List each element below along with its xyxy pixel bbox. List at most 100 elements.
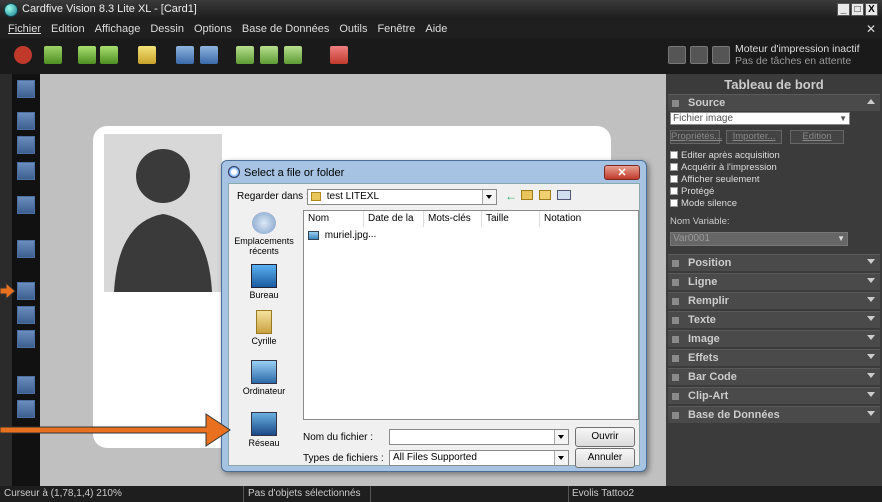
dialog-close-button[interactable]: ✕ [604, 165, 640, 180]
filetype-select[interactable]: All Files Supported [389, 450, 569, 466]
checkbox-display-only[interactable]: Afficher seulement [670, 174, 760, 185]
section-image[interactable]: Image [668, 330, 880, 347]
stop-icon[interactable] [712, 46, 730, 64]
cursor-position: Curseur à (1,78,1,4) 210% [4, 488, 122, 499]
dialog-title: Select a file or folder [244, 167, 345, 179]
filename-input[interactable] [389, 429, 569, 445]
line-tool-icon[interactable] [17, 112, 35, 130]
up-folder-icon[interactable] [521, 190, 533, 200]
column-size[interactable]: Taille [482, 211, 540, 227]
ellipse-tool-icon[interactable] [17, 162, 35, 180]
menu-edition[interactable]: Edition [46, 23, 90, 35]
place-desktop[interactable]: Bureau [232, 264, 296, 300]
user-folder-icon [256, 310, 272, 334]
layer-tool-icon[interactable] [17, 376, 35, 394]
export-icon[interactable] [176, 46, 194, 64]
minimize-button[interactable]: _ [837, 3, 850, 16]
section-clip-art[interactable]: Clip-Art [668, 387, 880, 404]
close-button[interactable]: X [865, 3, 878, 16]
image-file-icon [308, 230, 319, 240]
import-button[interactable]: Importer... [726, 130, 782, 144]
list-item[interactable]: muriel.jpg [308, 230, 368, 241]
print-icon[interactable] [330, 46, 348, 64]
new-card-icon[interactable] [44, 46, 62, 64]
section-clip-art-label: Clip-Art [688, 390, 729, 402]
file-list[interactable]: Nom Date de la ... Mots-clés Taille Nota… [303, 210, 639, 420]
menu-fichier[interactable]: Fichier [0, 23, 46, 35]
print-preview-icon[interactable] [200, 46, 218, 64]
menu-affichage[interactable]: Affichage [90, 23, 146, 35]
document-close-icon[interactable]: ✕ [866, 22, 876, 36]
file-dialog: Select a file or folder ✕ Regarder dans … [221, 160, 647, 472]
dialog-body: Regarder dans : test LITEXL ← Emplacemen… [228, 183, 640, 468]
view-menu-icon[interactable] [557, 190, 571, 200]
place-computer[interactable]: Ordinateur [232, 360, 296, 396]
zoom-fit-icon[interactable] [284, 46, 302, 64]
checkbox-protected[interactable]: Protégé [670, 186, 714, 197]
refresh-icon[interactable] [14, 46, 32, 64]
checkbox-silent-mode[interactable]: Mode silence [670, 198, 737, 209]
file-name: muriel.jpg [324, 230, 369, 241]
back-icon[interactable]: ← [505, 189, 517, 203]
look-in-select[interactable]: test LITEXL [307, 189, 497, 205]
section-source[interactable]: Source [668, 94, 880, 111]
section-remplir[interactable]: Remplir [668, 292, 880, 309]
text-tool-icon[interactable] [17, 196, 35, 214]
image-tool-icon[interactable] [17, 282, 35, 300]
zoom-in-icon[interactable] [236, 46, 254, 64]
menu-dessin[interactable]: Dessin [145, 23, 189, 35]
place-recent[interactable]: Emplacements récents [232, 212, 296, 256]
section-texte[interactable]: Texte [668, 311, 880, 328]
column-keywords[interactable]: Mots-clés [424, 211, 482, 227]
photo-tool-icon[interactable] [17, 306, 35, 324]
cancel-button[interactable]: Annuler [575, 448, 635, 468]
rectangle-tool-icon[interactable] [17, 136, 35, 154]
section-bar-code[interactable]: Bar Code [668, 368, 880, 385]
place-user[interactable]: Cyrille [232, 310, 296, 346]
menu-aide[interactable]: Aide [420, 23, 452, 35]
checkbox-acquire-print[interactable]: Acquérir à l'impression [670, 162, 777, 173]
properties-button[interactable]: Propriétés... [670, 130, 722, 144]
desktop-icon [251, 264, 277, 288]
open-button[interactable]: Ouvrir [575, 427, 635, 447]
edit-icon[interactable] [100, 46, 118, 64]
magstripe-tool-icon[interactable] [17, 330, 35, 348]
barcode-tool-icon[interactable] [17, 240, 35, 258]
menu-base-de-donnees[interactable]: Base de Données [237, 23, 334, 35]
new-folder-icon[interactable] [539, 190, 551, 200]
column-rating[interactable]: Notation [540, 211, 640, 227]
maximize-button[interactable]: □ [851, 3, 864, 16]
grid-icon[interactable] [138, 46, 156, 64]
menu-fenetre[interactable]: Fenêtre [372, 23, 420, 35]
section-position[interactable]: Position [668, 254, 880, 271]
variable-name-select[interactable]: Var0001 ▼ [670, 232, 848, 246]
settings-icon[interactable] [668, 46, 686, 64]
chevron-down-icon [482, 190, 496, 204]
filetype-value: All Files Supported [393, 452, 477, 463]
section-effets[interactable]: Effets [668, 349, 880, 366]
recent-places-icon [252, 212, 276, 234]
variable-name-label: Nom Variable: [670, 216, 730, 227]
section-square-icon [672, 336, 679, 343]
zoom-out-icon[interactable] [260, 46, 278, 64]
source-type-value: Fichier image [673, 113, 734, 124]
column-name[interactable]: Nom [304, 211, 364, 227]
menu-outils[interactable]: Outils [334, 23, 372, 35]
edition-button[interactable]: Edition [790, 130, 844, 144]
column-date[interactable]: Date de la ... [364, 211, 424, 240]
section-base-de-donnees[interactable]: Base de Données [668, 406, 880, 423]
status-divider [370, 486, 371, 502]
selection-status: Pas d'objets sélectionnés [248, 488, 361, 499]
photo-placeholder[interactable] [104, 134, 222, 292]
card-icon[interactable] [78, 46, 96, 64]
pointer-tool-icon[interactable] [17, 80, 35, 98]
section-ligne[interactable]: Ligne [668, 273, 880, 290]
expand-arrow-icon [867, 259, 875, 264]
play-icon[interactable] [690, 46, 708, 64]
menu-options[interactable]: Options [189, 23, 237, 35]
checkbox-edit-after[interactable]: Editer après acquisition [670, 150, 780, 161]
source-type-select[interactable]: Fichier image ▼ [670, 112, 850, 125]
place-network[interactable]: Réseau [232, 412, 296, 448]
status-bar: Curseur à (1,78,1,4) 210% Pas d'objets s… [0, 486, 882, 502]
section-source-label: Source [688, 97, 726, 109]
